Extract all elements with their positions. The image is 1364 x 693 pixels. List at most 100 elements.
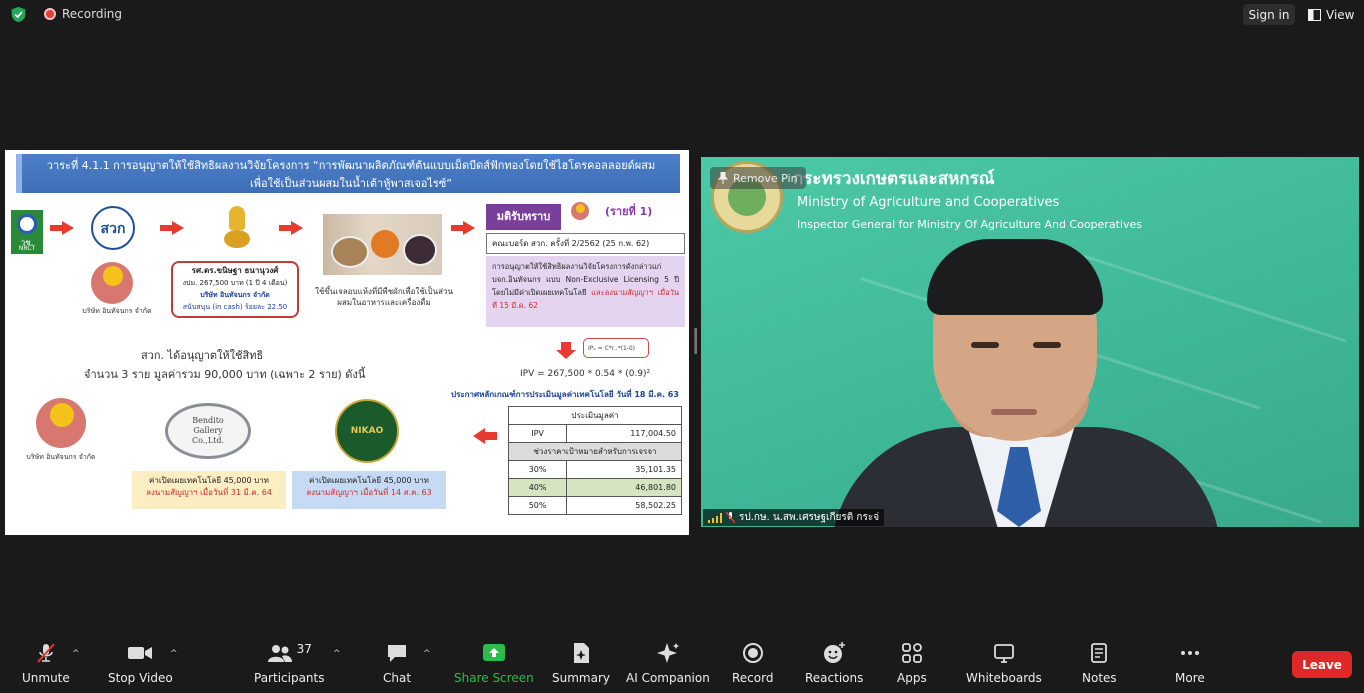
company-bottom-label: บริษัท อินทัจนกร จำกัด <box>26 453 96 461</box>
participants-count: 37 <box>296 642 312 656</box>
fee2-line1: ค่าเปิดเผยเทคโนโลยี 45,000 บาท <box>309 476 429 485</box>
arrow-left-icon-tail <box>485 432 497 440</box>
remove-pin-button[interactable]: Remove Pin <box>710 167 806 189</box>
bendito-logo-text: Bendito Gallery Co.,Ltd. <box>191 416 225 445</box>
fee1-line2: ลงนามสัญญาฯ เมื่อวันที่ 31 มี.ค. 64 <box>146 488 272 497</box>
leave-button[interactable]: Leave <box>1292 651 1352 678</box>
arrow-down-icon <box>561 342 571 350</box>
researcher-box: รศ.ดร.ขนิษฐา ธนานุวงศ์ งปม. 267,500 บาท … <box>171 261 299 318</box>
shared-screen[interactable]: วาระที่ 4.1.1 การอนุญาตให้ใช้สิทธิผลงานว… <box>5 150 689 535</box>
whiteboards-label: Whiteboards <box>966 671 1042 685</box>
reactions-button[interactable]: Reactions <box>805 642 863 685</box>
committee-box: คณะบอร์ด สวก. ครั้งที่ 2/2562 (25 ก.พ. 6… <box>486 233 685 254</box>
researcher-name: รศ.ดร.ขนิษฐา ธนานุวงศ์ <box>191 266 279 275</box>
share-screen-button[interactable]: Share Screen <box>454 642 534 685</box>
signal-bars-icon <box>708 512 722 523</box>
arrow-down-icon-head <box>556 350 576 359</box>
sign-in-button[interactable]: Sign in <box>1243 4 1295 25</box>
range-value: 46,801.80 <box>566 478 682 497</box>
chat-options-caret[interactable]: ^ <box>423 649 431 659</box>
apps-button[interactable]: Apps <box>897 642 927 685</box>
notes-button[interactable]: Notes <box>1082 642 1117 685</box>
researcher-company: บริษัท อินทัจนกร จำกัด <box>200 291 270 299</box>
ipv-value: 117,004.50 <box>566 424 682 443</box>
range-value: 35,101.35 <box>566 460 682 479</box>
licensed-line2: จำนวน 3 ราย มูลค่ารวม 90,000 บาท (เฉพาะ … <box>84 368 366 381</box>
participants-button[interactable]: 37 Participants <box>254 642 325 685</box>
audio-options-caret[interactable]: ^ <box>72 649 80 659</box>
researcher-support: สนับสนุน (in cash) ร้อยละ 22.50 <box>182 303 288 311</box>
notes-icon <box>1091 643 1108 663</box>
participant-name: รป.กษ. น.สพ.เศรษฐเกียรติ กระจ่ <box>739 512 880 523</box>
intajnakorn-logo <box>91 262 133 304</box>
chat-button[interactable]: Chat <box>383 642 411 685</box>
notes-label: Notes <box>1082 671 1117 685</box>
table-row: ช่วงราคาเป้าหมายสำหรับการเจรจา <box>508 442 682 461</box>
ipv-formula: IPV = 267,500 * 0.54 * (0.9)² <box>520 369 651 379</box>
nikao-logo-text: NIKAO <box>350 426 384 436</box>
unmute-label: Unmute <box>22 671 70 685</box>
video-camera-icon <box>128 647 153 659</box>
share-screen-label: Share Screen <box>454 671 534 685</box>
participants-options-caret[interactable]: ^ <box>333 649 341 659</box>
remove-pin-label: Remove Pin <box>733 171 798 185</box>
summary-icon <box>574 643 589 663</box>
apps-label: Apps <box>897 671 927 685</box>
product-description: ใช้ขึ้นเจลอบแห้งที่มีพืชผักเพื่อใช้เป็นส… <box>315 287 453 307</box>
chat-bubble-icon <box>388 645 407 662</box>
range-pct: 50% <box>507 496 568 515</box>
table-row: ประเมินมูลค่า <box>508 406 682 425</box>
recording-dot-icon <box>44 8 56 20</box>
slide-title: วาระที่ 4.1.1 การอนุญาตให้ใช้สิทธิผลงานว… <box>16 154 680 193</box>
slide-title-line1: วาระที่ 4.1.1 การอนุญาตให้ใช้สิทธิผลงานว… <box>46 159 656 172</box>
range-value: 58,502.25 <box>566 496 682 515</box>
formula-small: IPᵥ = C*r..*(1-δ) <box>583 338 649 358</box>
chat-label: Chat <box>383 671 412 685</box>
participants-icon <box>267 645 292 662</box>
participant-name-tag: รป.กษ. น.สพ.เศรษฐเกียรติ กระจ่ <box>703 509 885 526</box>
muted-mic-icon <box>726 512 735 523</box>
table-row: 50% 58,502.25 <box>507 496 682 515</box>
small-company-logo <box>571 202 589 220</box>
ai-companion-button[interactable]: AI Companion <box>626 642 710 685</box>
slide-title-line2: เพื่อใช้เป็นส่วนผสมในน้ำเต้าหู้พาสเจอไรซ… <box>249 177 452 190</box>
fee-box-1: ค่าเปิดเผยเทคโนโลยี 45,000 บาท ลงนามสัญญ… <box>132 471 286 509</box>
range-header: ช่วงราคาเป้าหมายสำหรับการเจรจา <box>508 442 682 461</box>
more-label: More <box>1175 671 1205 685</box>
recording-label: Recording <box>62 7 123 21</box>
more-button[interactable]: More <box>1175 642 1205 685</box>
range-pct: 40% <box>507 478 568 497</box>
arrow-right-icon <box>451 221 475 235</box>
range-pct: 30% <box>507 460 568 479</box>
participant-video[interactable]: กระทรวงเกษตรและสหกรณ์ Ministry of Agricu… <box>701 157 1359 527</box>
split-view-handle[interactable] <box>694 328 697 354</box>
stop-video-label: Stop Video <box>108 671 173 685</box>
arrow-right-icon <box>279 221 303 235</box>
nrct-logo: วช. NRCT <box>11 210 43 254</box>
intajnakorn-logo-bottom <box>36 398 86 448</box>
unmute-button[interactable]: Unmute <box>22 642 70 685</box>
ipv-label: IPV <box>507 424 568 443</box>
summary-label: Summary <box>552 671 610 685</box>
shield-check-icon[interactable] <box>10 6 27 23</box>
whiteboards-button[interactable]: Whiteboards <box>966 642 1042 685</box>
fee-box-2: ค่าเปิดเผยเทคโนโลยี 45,000 บาท ลงนามสัญญ… <box>292 471 446 509</box>
apps-icon <box>901 643 922 663</box>
stop-video-button[interactable]: Stop Video <box>108 642 173 685</box>
fee1-line1: ค่าเปิดเผยเทคโนโลยี 45,000 บาท <box>149 476 269 485</box>
record-icon <box>742 643 763 663</box>
summary-button[interactable]: Summary <box>552 642 610 685</box>
video-options-caret[interactable]: ^ <box>170 649 178 659</box>
table-row: 30% 35,101.35 <box>507 460 682 479</box>
table-row: IPV 117,004.50 <box>507 424 682 443</box>
more-dots-icon <box>1180 651 1199 655</box>
bg-line <box>1060 247 1347 343</box>
arda-logo: สวก <box>91 206 135 250</box>
view-icon <box>1308 8 1321 21</box>
view-button[interactable]: View <box>1302 4 1360 25</box>
table-row: 40% 46,801.80 <box>507 478 682 497</box>
resolution-label: มติรับทราบ <box>486 204 561 230</box>
bendito-logo: Bendito Gallery Co.,Ltd. <box>165 403 251 459</box>
record-button[interactable]: Record <box>732 642 773 685</box>
recording-indicator[interactable]: Recording <box>44 7 122 21</box>
